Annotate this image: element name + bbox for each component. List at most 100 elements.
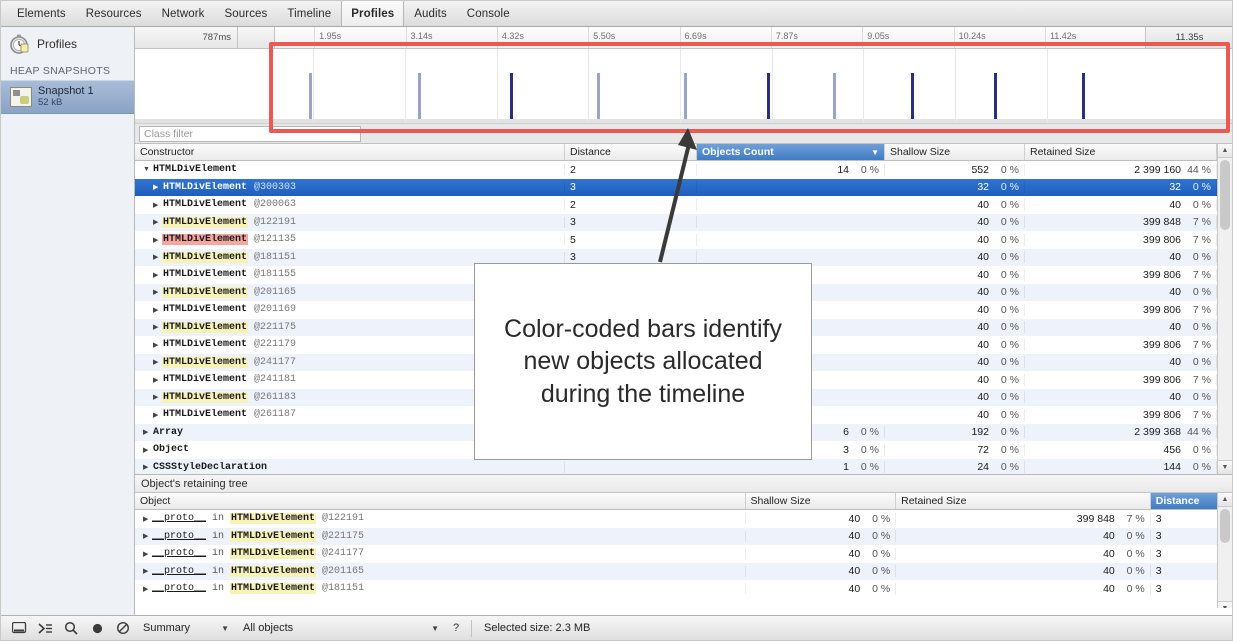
retain-shallow-size-percent: 0 % xyxy=(860,530,890,542)
column-header-shallow_size[interactable]: Shallow Size xyxy=(885,144,1025,160)
object-filter-select[interactable]: All objects ▼ xyxy=(237,618,445,638)
shallow-size-percent: 0 % xyxy=(989,304,1019,316)
disclosure-collapsed-icon[interactable]: ▶ xyxy=(153,183,162,191)
dock-window-icon[interactable] xyxy=(7,617,31,639)
shallow-size-value: 40 xyxy=(977,339,989,351)
list-item[interactable]: ▶__proto__inHTMLDivElement@221175400 %40… xyxy=(135,528,1232,546)
tab-elements[interactable]: Elements xyxy=(7,1,76,26)
list-item[interactable]: ▶__proto__inHTMLDivElement@181151400 %40… xyxy=(135,580,1232,598)
column-header-retained_size[interactable]: Retained Size xyxy=(1025,144,1217,160)
disclosure-collapsed-icon[interactable]: ▶ xyxy=(153,393,162,401)
tab-label: Audits xyxy=(414,8,447,20)
timeline-event-bar-5[interactable] xyxy=(767,73,770,119)
timeline-ruler-gap xyxy=(231,27,275,48)
list-item[interactable]: ▶__proto__inHTMLDivElement@201165400 %40… xyxy=(135,563,1232,581)
constructor-name: HTMLDivElement xyxy=(162,339,248,350)
sidebar-item-snapshot-1[interactable]: Snapshot 1 52 kB xyxy=(1,80,134,114)
column-header-constructor[interactable]: Constructor xyxy=(135,144,565,160)
timeline-event-bar-4[interactable] xyxy=(684,73,687,119)
timeline-event-bar-6[interactable] xyxy=(833,73,836,119)
disclosure-collapsed-icon[interactable]: ▶ xyxy=(153,323,162,331)
tab-profiles[interactable]: Profiles xyxy=(341,1,404,26)
retain-scroll-up-arrow-icon[interactable]: ▲ xyxy=(1218,493,1232,507)
timeline-event-bar-8[interactable] xyxy=(994,73,997,119)
cell-retain-shallow-size: 400 % xyxy=(746,530,897,542)
table-row[interactable]: ▶CSSStyleDeclaration10 %240 %1440 % xyxy=(135,459,1232,475)
console-drawer-icon[interactable] xyxy=(33,617,57,639)
constructor-name: HTMLDivElement xyxy=(162,234,248,245)
tab-network[interactable]: Network xyxy=(152,1,215,26)
disclosure-collapsed-icon[interactable]: ▶ xyxy=(143,515,152,523)
retain-scrollbar-thumb[interactable] xyxy=(1220,509,1230,543)
table-row[interactable]: ▶HTMLDivElement@1211355400 %399 8067 % xyxy=(135,231,1232,249)
retaining-tree-scrollbar[interactable]: ▲ ▼ xyxy=(1217,493,1232,615)
clear-slash-icon[interactable] xyxy=(111,617,135,639)
timeline-event-bar-2[interactable] xyxy=(510,73,513,119)
selected-size-label: Selected size: 2.3 MB xyxy=(484,622,590,634)
view-mode-label: Summary xyxy=(143,622,190,634)
list-item[interactable]: ▶__proto__inHTMLDivElement@241177400 %40… xyxy=(135,545,1232,563)
column-header-distance[interactable]: Distance xyxy=(565,144,697,160)
timeline-event-bar-9[interactable] xyxy=(1082,73,1085,119)
disclosure-collapsed-icon[interactable]: ▶ xyxy=(143,585,152,593)
constructors-grid-scrollbar[interactable]: ▲ ▼ xyxy=(1217,144,1232,474)
disclosure-collapsed-icon[interactable]: ▶ xyxy=(153,201,162,209)
timeline-chart-area[interactable] xyxy=(135,49,1232,124)
timeline-event-bar-1[interactable] xyxy=(418,73,421,119)
disclosure-collapsed-icon[interactable]: ▶ xyxy=(153,253,162,261)
retained-size-value: 399 806 xyxy=(1143,409,1181,421)
view-mode-select[interactable]: Summary ▼ xyxy=(137,618,235,638)
cell-retained-size: 400 % xyxy=(1025,356,1217,368)
disclosure-collapsed-icon[interactable]: ▶ xyxy=(143,550,152,558)
column-header-objects_count[interactable]: Objects Count▼ xyxy=(697,144,885,160)
retain-column-header-retained_size[interactable]: Retained Size xyxy=(896,493,1151,509)
disclosure-collapsed-icon[interactable]: ▶ xyxy=(143,446,152,454)
record-dot-icon[interactable] xyxy=(85,617,109,639)
retained-size-value: 399 848 xyxy=(1143,216,1181,228)
timeline-event-bar-3[interactable] xyxy=(597,73,600,119)
disclosure-collapsed-icon[interactable]: ▶ xyxy=(153,411,162,419)
heap-timeline-overview[interactable]: 787ms 1.95s3.14s4.32s5.50s6.69s7.87s9.05… xyxy=(135,27,1232,124)
disclosure-collapsed-icon[interactable]: ▶ xyxy=(153,271,162,279)
disclosure-collapsed-icon[interactable]: ▶ xyxy=(153,358,162,366)
retaining-tree-rows[interactable]: ▶__proto__inHTMLDivElement@122191400 %39… xyxy=(135,510,1232,615)
search-icon[interactable] xyxy=(59,617,83,639)
timeline-event-bar-7[interactable] xyxy=(911,73,914,119)
disclosure-collapsed-icon[interactable]: ▶ xyxy=(153,341,162,349)
help-icon[interactable]: ? xyxy=(447,622,465,634)
disclosure-collapsed-icon[interactable]: ▶ xyxy=(153,236,162,244)
disclosure-collapsed-icon[interactable]: ▶ xyxy=(153,218,162,226)
retain-column-header-shallow_size[interactable]: Shallow Size xyxy=(746,493,897,509)
class-filter-input[interactable] xyxy=(139,126,361,142)
tab-resources[interactable]: Resources xyxy=(76,1,152,26)
retain-column-header-object[interactable]: Object xyxy=(135,493,746,509)
timeline-tick-label: 7.87s xyxy=(776,31,798,41)
shallow-size-value: 72 xyxy=(977,444,989,456)
disclosure-expanded-icon[interactable]: ▼ xyxy=(143,166,152,173)
disclosure-collapsed-icon[interactable]: ▶ xyxy=(143,428,152,436)
tab-console[interactable]: Console xyxy=(457,1,520,26)
tab-audits[interactable]: Audits xyxy=(404,1,457,26)
timeline-tick-1: 3.14s xyxy=(406,27,407,48)
retained-size-percent: 7 % xyxy=(1181,234,1211,246)
disclosure-collapsed-icon[interactable]: ▶ xyxy=(143,532,152,540)
scroll-up-arrow-icon[interactable]: ▲ xyxy=(1218,144,1232,158)
disclosure-collapsed-icon[interactable]: ▶ xyxy=(143,567,152,575)
disclosure-collapsed-icon[interactable]: ▶ xyxy=(143,463,152,471)
table-row[interactable]: ▶HTMLDivElement@3003033320 %320 % xyxy=(135,179,1232,197)
table-row[interactable]: ▶HTMLDivElement@1221913400 %399 8487 % xyxy=(135,214,1232,232)
disclosure-collapsed-icon[interactable]: ▶ xyxy=(153,306,162,314)
tab-timeline[interactable]: Timeline xyxy=(277,1,341,26)
retained-size-percent: 0 % xyxy=(1181,199,1211,211)
table-row[interactable]: ▶HTMLDivElement@2000632400 %400 % xyxy=(135,196,1232,214)
tab-sources[interactable]: Sources xyxy=(215,1,278,26)
disclosure-collapsed-icon[interactable]: ▶ xyxy=(153,376,162,384)
timeline-tick-5: 7.87s xyxy=(771,27,772,48)
scrollbar-thumb[interactable] xyxy=(1220,160,1230,230)
list-item[interactable]: ▶__proto__inHTMLDivElement@122191400 %39… xyxy=(135,510,1232,528)
disclosure-collapsed-icon[interactable]: ▶ xyxy=(153,288,162,296)
constructor-name: HTMLDivElement xyxy=(162,269,248,280)
table-row[interactable]: ▼HTMLDivElement2140 %5520 %2 399 16044 % xyxy=(135,161,1232,179)
scroll-down-arrow-icon[interactable]: ▼ xyxy=(1218,460,1232,474)
timeline-event-bar-0[interactable] xyxy=(309,73,312,119)
